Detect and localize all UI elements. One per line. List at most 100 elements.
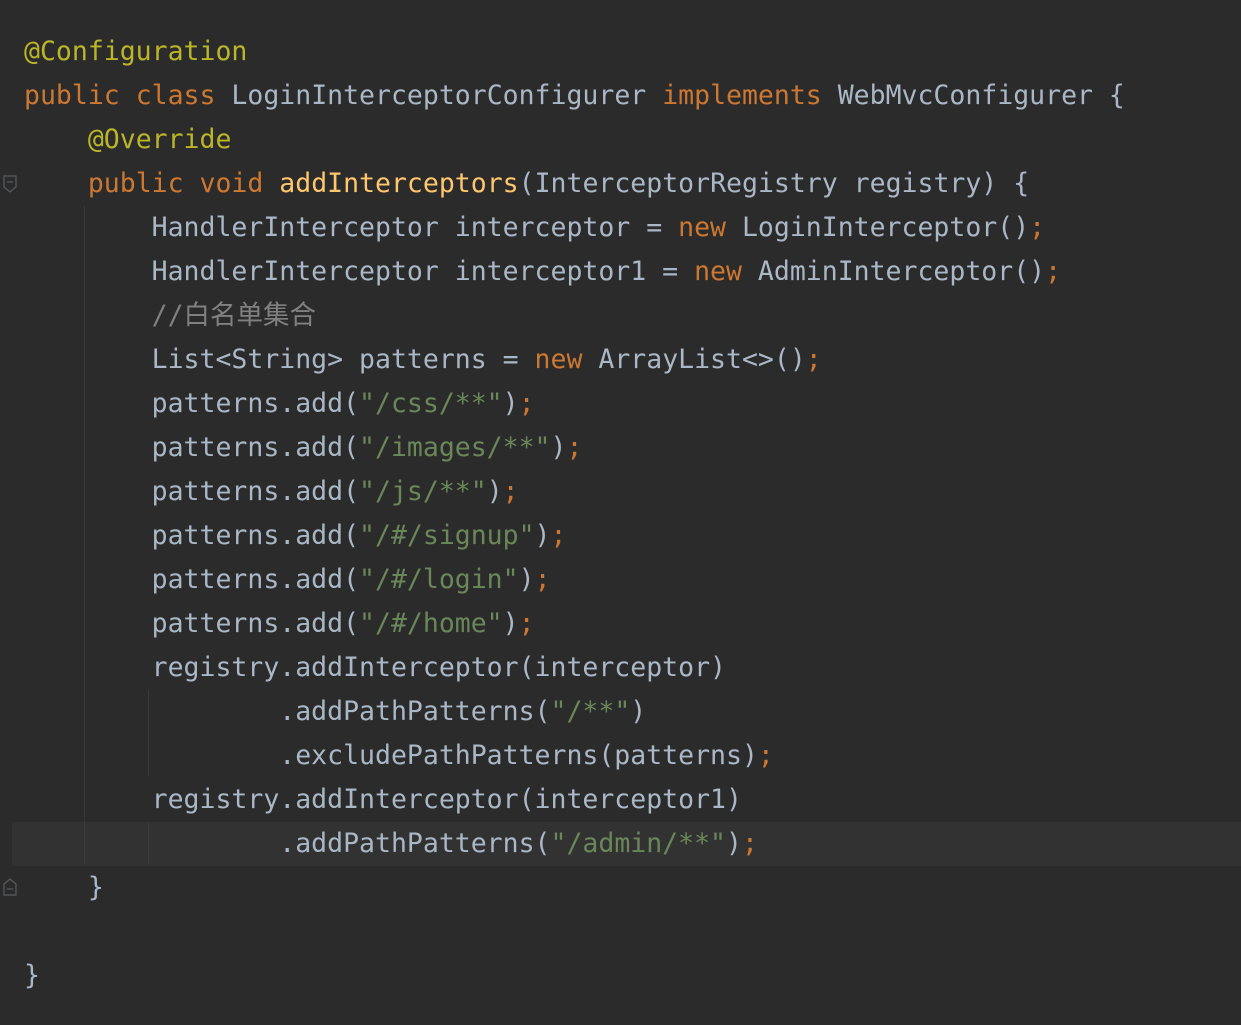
code-token: AdminInterceptor() <box>757 256 1046 287</box>
code-token: patterns.add( <box>24 608 360 639</box>
code-token: public <box>87 168 200 199</box>
code-token: ; <box>502 476 519 507</box>
code-line[interactable]: patterns.add("/#/login"); <box>0 558 1241 602</box>
code-token: ; <box>518 388 535 419</box>
code-line[interactable]: registry.addInterceptor(interceptor) <box>0 646 1241 690</box>
code-token: ) <box>534 520 551 551</box>
code-token: ) <box>502 608 519 639</box>
code-token: public <box>24 80 136 111</box>
code-token: registry.addInterceptor(interceptor1) <box>24 784 742 815</box>
code-line-text[interactable]: .addPathPatterns("/**") <box>24 690 646 734</box>
indent-guide <box>84 206 85 864</box>
code-token: patterns.add( <box>24 388 360 419</box>
code-token: @Override <box>87 124 232 155</box>
code-token: addInterceptors <box>279 168 519 199</box>
code-line-text[interactable]: public void addInterceptors(InterceptorR… <box>24 162 1029 206</box>
code-token: //白名单集合 <box>151 300 317 331</box>
code-token: "/js/**" <box>359 476 487 507</box>
code-line-text[interactable]: @Configuration <box>24 30 247 74</box>
code-token: ; <box>1045 256 1062 287</box>
indent-guide <box>148 822 149 864</box>
code-token: "/#/home" <box>359 608 503 639</box>
code-line[interactable]: .addPathPatterns("/admin/**"); <box>12 822 1241 866</box>
code-line[interactable]: List<String> patterns = new ArrayList<>(… <box>0 338 1241 382</box>
code-line-text[interactable]: .excludePathPatterns(patterns); <box>24 734 774 778</box>
code-line-text[interactable]: patterns.add("/#/home"); <box>24 602 535 646</box>
code-token: void <box>199 168 280 199</box>
code-token: "/**" <box>550 696 631 727</box>
code-token: ) <box>486 476 503 507</box>
code-token: ) <box>518 564 535 595</box>
code-line-text[interactable]: public class LoginInterceptorConfigurer … <box>24 74 1125 118</box>
code-token: implements <box>662 80 838 111</box>
code-token: "/admin/**" <box>550 828 727 859</box>
code-line[interactable]: patterns.add("/css/**"); <box>0 382 1241 426</box>
code-token: ; <box>1029 212 1046 243</box>
code-line-text[interactable]: } <box>24 954 40 998</box>
code-token: ) <box>726 828 742 859</box>
code-line-text[interactable]: List<String> patterns = new ArrayList<>(… <box>24 338 822 382</box>
code-line[interactable]: @Override <box>0 118 1241 162</box>
code-line-text[interactable]: } <box>24 866 104 910</box>
code-token: ) <box>502 388 519 419</box>
code-token: } <box>24 960 40 991</box>
code-token: patterns.add( <box>24 476 360 507</box>
code-token: ) <box>550 432 567 463</box>
code-line[interactable]: HandlerInterceptor interceptor1 = new Ad… <box>0 250 1241 294</box>
code-token: registry.addInterceptor(interceptor) <box>24 652 726 683</box>
code-line[interactable]: .addPathPatterns("/**") <box>0 690 1241 734</box>
code-token: (InterceptorRegistry registry) { <box>518 168 1030 199</box>
code-line-text[interactable]: registry.addInterceptor(interceptor1) <box>24 778 742 822</box>
code-line-text[interactable]: .addPathPatterns("/admin/**"); <box>24 822 758 866</box>
code-line[interactable] <box>0 910 1241 954</box>
code-token: .addPathPatterns( <box>24 828 551 859</box>
code-token: @Configuration <box>24 36 248 67</box>
code-line[interactable]: public void addInterceptors(InterceptorR… <box>0 162 1241 206</box>
code-line[interactable]: } <box>0 866 1241 910</box>
code-line-text[interactable]: registry.addInterceptor(interceptor) <box>24 646 726 690</box>
code-line[interactable]: patterns.add("/js/**"); <box>0 470 1241 514</box>
code-line-text[interactable]: patterns.add("/images/**"); <box>24 426 583 470</box>
code-line[interactable]: registry.addInterceptor(interceptor1) <box>0 778 1241 822</box>
code-token: .excludePathPatterns(patterns) <box>24 740 758 771</box>
code-line[interactable]: patterns.add("/images/**"); <box>0 426 1241 470</box>
code-token: "/images/**" <box>359 432 551 463</box>
code-line-text[interactable]: @Override <box>24 118 232 162</box>
code-token: HandlerInterceptor interceptor = <box>24 212 679 243</box>
code-token: class <box>135 80 232 111</box>
code-token: ; <box>518 608 535 639</box>
code-token: new <box>694 256 758 287</box>
code-line-text[interactable]: patterns.add("/#/signup"); <box>24 514 567 558</box>
code-line-text[interactable]: patterns.add("/#/login"); <box>24 558 551 602</box>
code-line[interactable]: //白名单集合 <box>0 294 1241 338</box>
code-line-text[interactable]: //白名单集合 <box>24 294 316 338</box>
code-token: } <box>24 872 104 903</box>
code-token: "/#/signup" <box>359 520 535 551</box>
code-token: new <box>678 212 742 243</box>
code-line[interactable]: public class LoginInterceptorConfigurer … <box>0 74 1241 118</box>
code-token: ; <box>741 828 758 859</box>
code-line-text[interactable]: patterns.add("/css/**"); <box>24 382 535 426</box>
code-line[interactable]: } <box>0 954 1241 998</box>
code-token: .addPathPatterns( <box>24 696 551 727</box>
code-line-text[interactable]: HandlerInterceptor interceptor1 = new Ad… <box>24 250 1061 294</box>
code-line[interactable]: @Configuration <box>0 30 1241 74</box>
code-token: LoginInterceptor() <box>741 212 1030 243</box>
code-token: patterns.add( <box>24 432 360 463</box>
code-token: ; <box>550 520 567 551</box>
code-token: "/css/**" <box>359 388 503 419</box>
code-token: "/#/login" <box>359 564 519 595</box>
code-line[interactable]: .excludePathPatterns(patterns); <box>0 734 1241 778</box>
code-editor[interactable]: @Configuration public class LoginIntercep… <box>0 0 1241 1025</box>
code-line[interactable]: patterns.add("/#/home"); <box>0 602 1241 646</box>
code-token: ; <box>566 432 583 463</box>
code-line[interactable]: patterns.add("/#/signup"); <box>0 514 1241 558</box>
code-token: WebMvcConfigurer { <box>837 80 1125 111</box>
code-line-text[interactable]: HandlerInterceptor interceptor = new Log… <box>24 206 1046 250</box>
code-token: ; <box>534 564 551 595</box>
code-token: new <box>534 344 599 375</box>
code-token: ; <box>757 740 774 771</box>
code-line-text[interactable]: patterns.add("/js/**"); <box>24 470 519 514</box>
code-line[interactable]: HandlerInterceptor interceptor = new Log… <box>0 206 1241 250</box>
